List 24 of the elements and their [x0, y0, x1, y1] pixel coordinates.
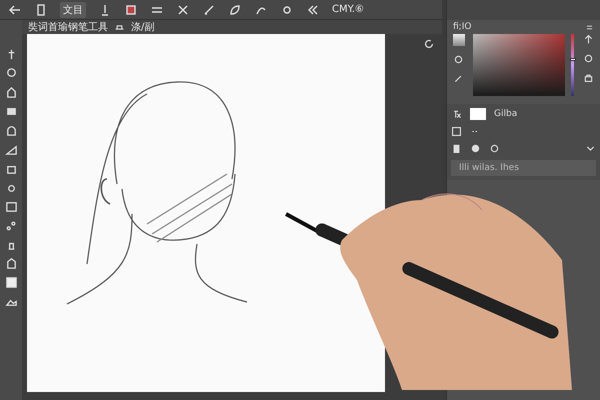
- arch-icon[interactable]: [4, 124, 18, 137]
- back-arrow-icon[interactable]: [8, 2, 22, 16]
- document-title[interactable]: 奘词首瑜钢笔工具: [28, 20, 108, 34]
- color-swatch-icon[interactable]: [124, 2, 138, 16]
- eraser-icon[interactable]: [4, 105, 18, 118]
- layer-thumbnail[interactable]: [470, 108, 486, 120]
- color-square-icon[interactable]: [4, 276, 18, 289]
- double-chevron-icon[interactable]: [306, 2, 320, 16]
- toolbar-label[interactable]: 文目: [60, 2, 86, 18]
- toolbar-label[interactable]: CMY.⑥: [332, 4, 364, 15]
- color-swatch[interactable]: [452, 34, 465, 46]
- up-arrow-icon[interactable]: [582, 34, 594, 45]
- house-icon[interactable]: [4, 86, 18, 99]
- color-panel-title: fi;IO: [453, 22, 472, 32]
- document-subtitle: 涤/副: [131, 21, 154, 34]
- triangle-icon[interactable]: [4, 143, 18, 156]
- image-icon[interactable]: [4, 200, 18, 213]
- refresh-icon[interactable]: [423, 38, 435, 50]
- hue-slider[interactable]: [570, 34, 574, 96]
- color-picker-field[interactable]: [472, 34, 565, 96]
- hue-slider-thumb[interactable]: [570, 58, 576, 61]
- layer-name[interactable]: Gilba: [494, 109, 518, 119]
- layers-footer-text: Illi wilas. Ihes: [451, 160, 596, 176]
- dots-icon[interactable]: [4, 219, 18, 232]
